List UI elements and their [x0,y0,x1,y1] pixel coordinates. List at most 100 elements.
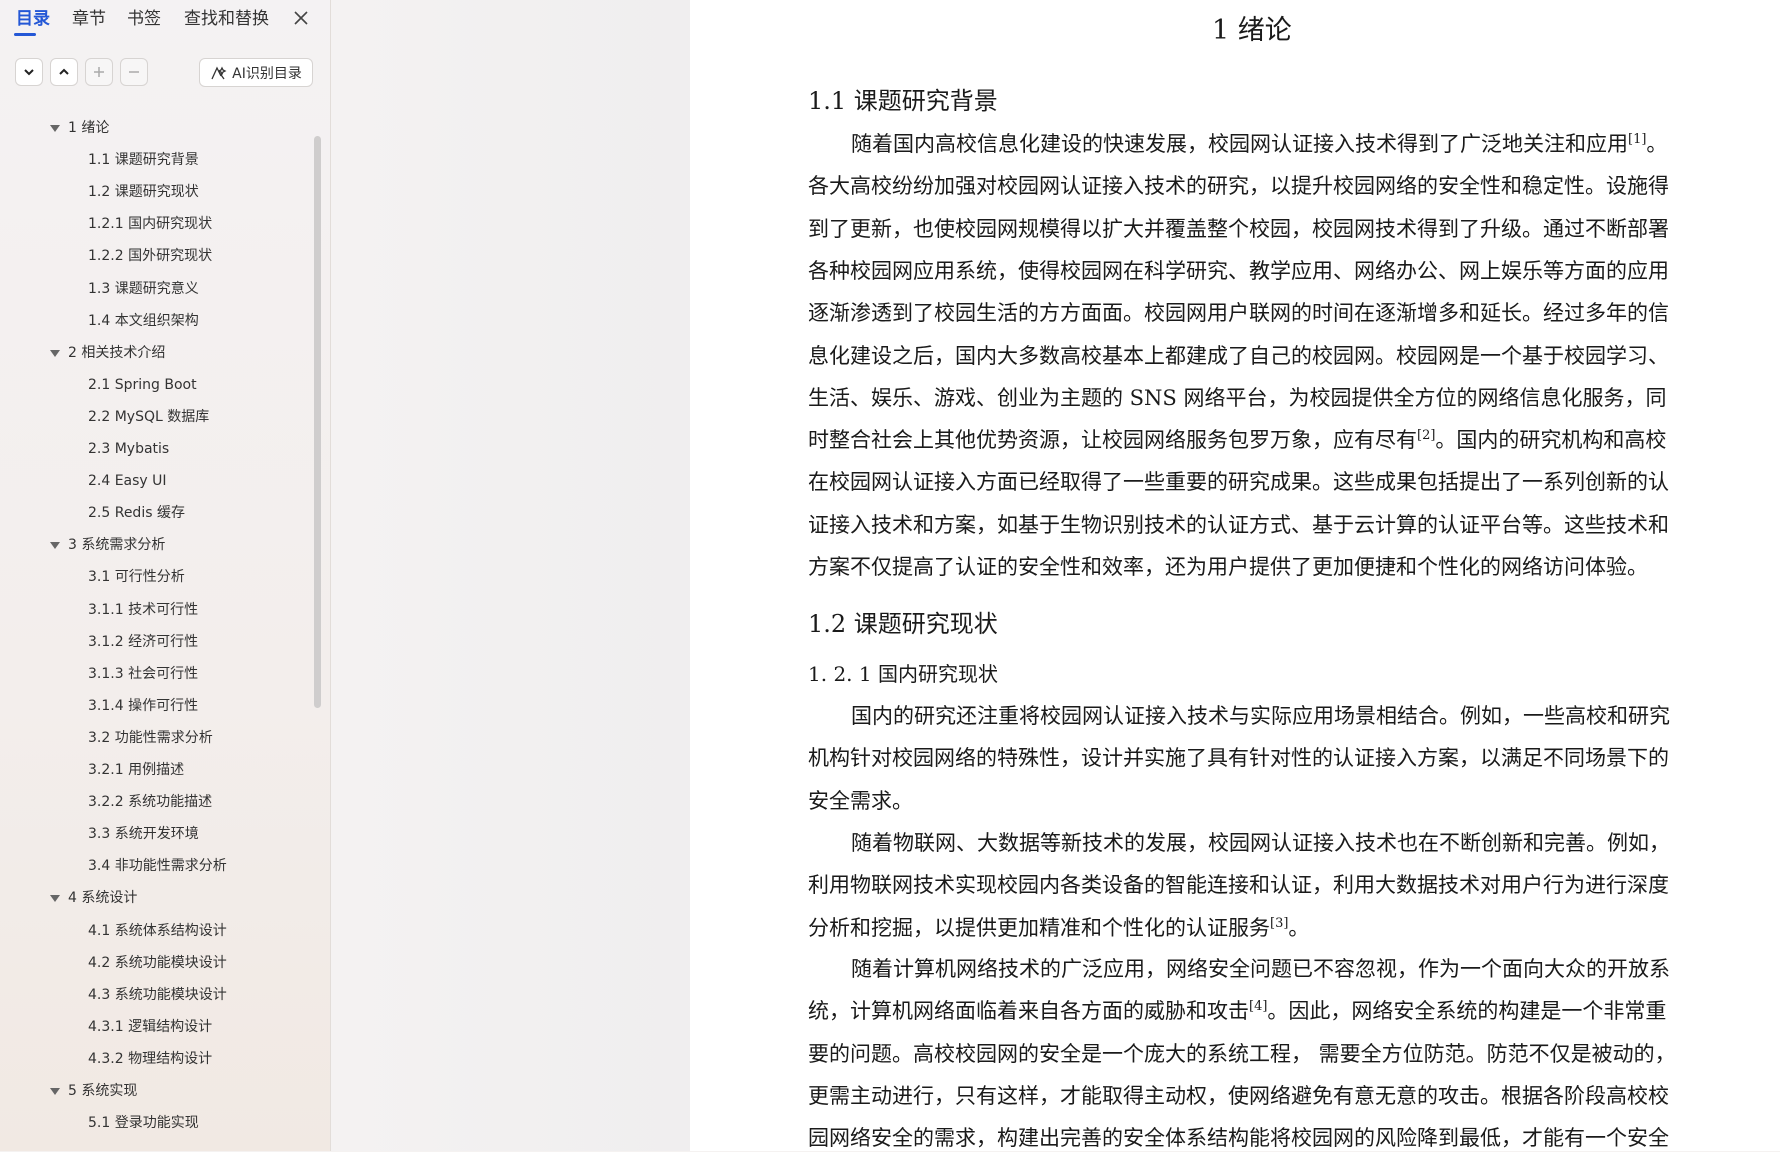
line-text: 随着计算机网络技术的广泛应用，网络安全问题已不容忽视，作为一个面向大众的开放系 [851,957,1670,981]
toc-item-label: 3.2 功能性需求分析 [88,729,213,746]
toc-section-item[interactable]: 1.2.1 国内研究现状 [0,212,318,236]
tab-toc[interactable]: 目录 [16,7,50,31]
toc-section-item[interactable]: 3.4 非功能性需求分析 [0,854,318,878]
text-line: 方案不仅提高了认证的安全性和效率，还为用户提供了更加便捷和个性化的网络访问体验。 [808,551,1648,581]
text-line: 随着国内高校信息化建设的快速发展，校园网认证接入技术得到了广泛地关注和应用[1]… [851,128,1667,158]
toc-item-label: 1.4 本文组织架构 [88,312,199,329]
toc-section-item[interactable]: 4.3.1 逻辑结构设计 [0,1015,318,1039]
toc-section-item[interactable]: 2.2 MySQL 数据库 [0,405,318,429]
toc-section-item[interactable]: 4.3 系统功能模块设计 [0,983,318,1007]
toc-section-item[interactable]: 1.2 课题研究现状 [0,180,318,204]
collapse-all-button[interactable] [50,58,78,86]
line-text: 各大高校纷纷加强对校园网认证接入技术的研究，以提升校园网络的安全性和稳定性。设施… [808,174,1669,199]
minus-icon [129,71,139,73]
toc-section-item[interactable]: 2.5 Redis 缓存 [0,501,318,525]
nav-tabs: 目录 章节 书签 查找和替换 [0,0,330,40]
text-line: 国内的研究还注重将校园网认证接入技术与实际应用场景相结合。例如，一些高校和研究 [851,700,1670,730]
promote-level-button[interactable] [85,58,113,86]
ai-recognize-toc-button[interactable]: AI识别目录 [199,58,313,87]
toc-section-item[interactable]: 3.1.1 技术可行性 [0,598,318,622]
toc-chapter-item[interactable]: 1 绪论 [0,116,318,140]
expand-arrow-icon[interactable] [50,1088,60,1095]
chevron-up-icon [59,68,69,75]
citation-ref[interactable]: [3] [1270,916,1288,931]
toc-section-item[interactable]: 2.4 Easy UI [0,469,318,493]
line-text: 国内的研究还注重将校园网认证接入技术与实际应用场景相结合。例如，一些高校和研究 [851,704,1670,728]
line-text: 逐渐渗透到了校园生活的方方面面。校园网用户联网的时间在逐渐增多和延长。经过多年的… [808,301,1669,326]
toc-section-item[interactable]: 1.3 课题研究意义 [0,277,318,301]
toc-scrollbar[interactable] [314,136,321,708]
ai-button-label: AI识别目录 [232,65,302,82]
toc-item-label: 3.3 系统开发环境 [88,826,199,843]
line-text: 安全需求。 [808,788,913,813]
toc-item-label: 3.1.2 经济可行性 [88,633,199,650]
toc-section-item[interactable]: 2.3 Mybatis [0,437,318,461]
toc-section-item[interactable]: 4.3.2 物理结构设计 [0,1047,318,1071]
toc-section-item[interactable]: 4.2 系统功能模块设计 [0,951,318,975]
text-line: 各大高校纷纷加强对校园网认证接入技术的研究，以提升校园网络的安全性和稳定性。设施… [808,170,1669,200]
line-text: 方案不仅提高了认证的安全性和效率，还为用户提供了更加便捷和个性化的网络访问体验。 [808,555,1648,579]
plus-icon [94,67,104,77]
expand-arrow-icon[interactable] [50,542,60,550]
close-icon[interactable] [289,6,313,30]
citation-ref[interactable]: [1] [1628,132,1646,147]
toc-section-item[interactable]: 3.2.2 系统功能描述 [0,790,318,814]
toc-section-item[interactable]: 1.1 课题研究背景 [0,148,318,172]
toc-section-item[interactable]: 3.3 系统开发环境 [0,822,318,846]
text-line: 各种校园网应用系统，使得校园网在科学研究、教学应用、网络办公、网上娱乐等方面的应… [808,255,1669,285]
demote-level-button[interactable] [120,58,148,86]
toc-item-label: 5.1 登录功能实现 [88,1115,199,1132]
text-line: 随着物联网、大数据等新技术的发展，校园网认证接入技术也在不断创新和完善。例如， [851,827,1670,857]
toc-item-label: 5 系统实现 [68,1083,138,1099]
citation-ref[interactable]: [2] [1417,428,1435,443]
tab-bookmarks[interactable]: 书签 [127,7,161,31]
toc-item-label: 2.3 Mybatis [88,441,170,457]
text-line: 证接入技术和方案，如基于生物识别技术的认证方式、基于云计算的认证平台等。这些技术… [808,509,1669,539]
tab-chapters[interactable]: 章节 [72,7,106,31]
toc-item-label: 1.2 课题研究现状 [88,184,199,201]
ai-sparkle-icon [211,65,227,79]
citation-ref[interactable]: [4] [1249,999,1267,1014]
toc-section-item[interactable]: 3.1 可行性分析 [0,565,318,589]
toc-item-label: 2.4 Easy UI [88,473,167,490]
expand-all-button[interactable] [15,58,43,86]
toc-section-item[interactable]: 3.2.1 用例描述 [0,758,318,782]
toc-chapter-item[interactable]: 4 系统设计 [0,886,318,910]
toc-section-item[interactable]: 5.1 登录功能实现 [0,1111,318,1135]
text-line: 机构针对校园网络的特殊性，设计并实施了具有针对性的认证接入方案，以满足不同场景下… [808,742,1669,772]
toc-item-label: 2.2 MySQL 数据库 [88,408,210,425]
toc-chapter-item[interactable]: 5 系统实现 [0,1079,318,1103]
toc-item-label: 4.3.1 逻辑结构设计 [88,1018,213,1035]
toc-chapter-item[interactable]: 2 相关技术介绍 [0,341,318,365]
toc-item-label: 2 相关技术介绍 [68,344,166,361]
expand-arrow-icon[interactable] [50,895,60,903]
toc-section-item[interactable]: 3.2 功能性需求分析 [0,726,318,750]
toc-item-label: 3.2.1 用例描述 [88,762,185,778]
toc-section-item[interactable]: 1.2.2 国外研究现状 [0,244,318,268]
toc-item-label: 2.1 Spring Boot [88,376,197,393]
toc-section-item[interactable]: 1.4 本文组织架构 [0,309,318,333]
toc-item-label: 1.1 课题研究背景 [88,152,199,169]
toc-section-item[interactable]: 3.1.2 经济可行性 [0,630,318,654]
line-text: 更需主动进行，只有这样，才能取得主动权，使网络避免有意无意的攻击。根据各阶段高校… [808,1083,1669,1108]
toc-section-item[interactable]: 3.1.4 操作可行性 [0,694,318,718]
toc-item-label: 1 绪论 [68,120,110,136]
line-text-after: 。 [1288,915,1310,940]
text-line: 息化建设之后，国内大多数高校基本上都建成了自己的校园网。校园网是一个基于校园学习… [808,340,1669,370]
line-text-after: 。国内的研究机构和高校 [1435,428,1667,453]
document-page[interactable]: 1 绪论 1.1 课题研究背景 随着国内高校信息化建设的快速发展，校园网认证接入… [690,0,1780,1151]
line-text: 要的问题。高校校园网的安全是一个庞大的系统工程， 需要全方位防范。防范不仅是被动… [808,1041,1676,1066]
toc-chapter-item[interactable]: 3 系统需求分析 [0,533,318,557]
text-line: 在校园网认证接入方面已经取得了一些重要的研究成果。这些成果包括提出了一系列创新的… [808,466,1669,496]
toc-section-item[interactable]: 4.1 系统体系结构设计 [0,919,318,943]
tab-find-replace[interactable]: 查找和替换 [184,7,269,31]
toc-section-item[interactable]: 2.1 Spring Boot [0,373,318,397]
line-text: 随着国内高校信息化建设的快速发展，校园网认证接入技术得到了广泛地关注和应用 [851,132,1628,156]
text-line: 要的问题。高校校园网的安全是一个庞大的系统工程， 需要全方位防范。防范不仅是被动… [808,1038,1676,1068]
toc-item-label: 3.1 可行性分析 [88,569,185,586]
expand-arrow-icon[interactable] [50,349,60,357]
expand-arrow-icon[interactable] [50,125,60,132]
toc-item-label: 1.3 课题研究意义 [88,280,199,297]
toc-item-label: 4 系统设计 [68,890,138,907]
toc-section-item[interactable]: 3.1.3 社会可行性 [0,662,318,686]
